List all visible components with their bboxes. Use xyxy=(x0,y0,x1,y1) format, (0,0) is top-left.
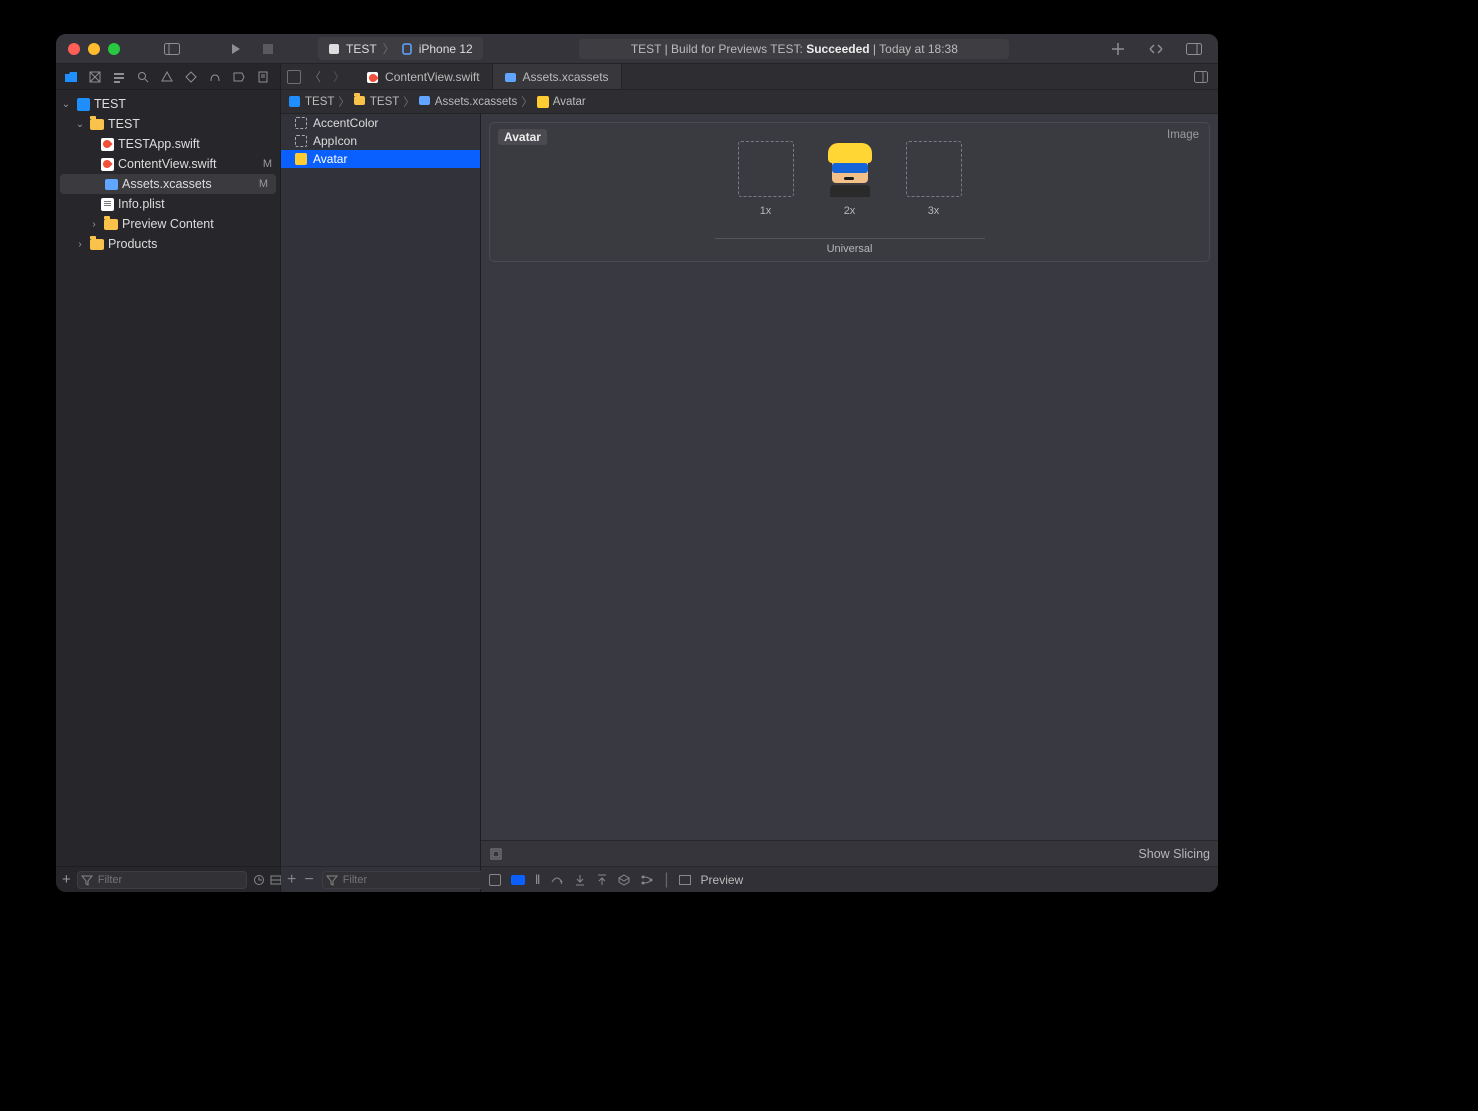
remove-asset-button[interactable]: − xyxy=(304,871,313,889)
step-into-icon[interactable] xyxy=(574,874,586,886)
preview-label[interactable]: Preview xyxy=(701,873,744,887)
tree-file[interactable]: TESTApp.swift xyxy=(56,134,280,154)
titlebar: TEST 〉 iPhone 12 TEST | Build for Previe… xyxy=(56,34,1218,64)
asset-editor: Avatar Image 1x xyxy=(481,114,1218,892)
nav-forward-button[interactable]: 〉 xyxy=(329,68,349,85)
preview-icon[interactable] xyxy=(679,875,691,885)
universal-label: Universal xyxy=(827,243,873,255)
canvas-mid-toolbar: Show Slicing xyxy=(481,840,1218,866)
memory-graph-icon[interactable] xyxy=(640,874,654,886)
asset-detail-card: Avatar Image 1x xyxy=(489,122,1210,262)
asset-type-label: Image xyxy=(1167,129,1199,141)
asset-title: Avatar xyxy=(498,129,547,145)
asset-canvas: Avatar Image 1x xyxy=(481,114,1218,892)
editor-tab-bar: 〈 〉 ContentView.swift Assets.xcassets xyxy=(281,64,1218,90)
debug-toolbar: ‖ | Preview xyxy=(481,866,1218,892)
asset-filter-input[interactable] xyxy=(322,871,492,889)
toggle-navigator-icon[interactable] xyxy=(160,37,184,61)
image-well-1x[interactable]: 1x xyxy=(736,141,796,217)
scheme-selector[interactable]: TEST 〉 iPhone 12 xyxy=(318,37,483,60)
step-out-icon[interactable] xyxy=(596,874,608,886)
issue-navigator-icon[interactable] xyxy=(158,68,176,86)
fullscreen-button[interactable] xyxy=(108,43,120,55)
navigator-selector xyxy=(56,64,280,90)
breakpoint-navigator-icon[interactable] xyxy=(230,68,248,86)
3d-view-icon[interactable] xyxy=(618,874,630,886)
tree-group[interactable]: ⌄ TEST xyxy=(56,114,280,134)
symbol-navigator-icon[interactable] xyxy=(110,68,128,86)
editor-tab-active[interactable]: Assets.xcassets xyxy=(493,64,622,89)
asset-row-selected[interactable]: Avatar xyxy=(281,150,480,168)
run-button[interactable] xyxy=(224,37,248,61)
add-file-button[interactable]: + xyxy=(62,871,71,888)
tree-file-selected[interactable]: Assets.xcassets M xyxy=(60,174,276,194)
toggle-inspector-icon[interactable] xyxy=(1182,37,1206,61)
recent-filter-icon[interactable] xyxy=(253,874,267,886)
breadcrumb[interactable]: TEST〉 TEST〉 Assets.xcassets〉 Avatar xyxy=(281,90,1218,114)
step-over-icon[interactable] xyxy=(550,874,564,886)
editor-options-icon[interactable] xyxy=(1184,64,1218,89)
stop-button[interactable] xyxy=(256,37,280,61)
tree-folder[interactable]: › Products xyxy=(56,234,280,254)
avatar-thumbnail xyxy=(822,141,878,197)
tree-file[interactable]: ContentView.swift M xyxy=(56,154,280,174)
image-well-3x[interactable]: 3x xyxy=(904,141,964,217)
editor-tab[interactable]: ContentView.swift xyxy=(355,64,493,89)
pause-icon[interactable]: ‖ xyxy=(535,872,540,887)
library-plus-icon[interactable] xyxy=(1106,37,1130,61)
nav-back-button[interactable]: 〈 xyxy=(305,68,325,85)
navigator-filter-input[interactable] xyxy=(77,871,247,889)
project-navigator-icon[interactable] xyxy=(62,68,80,86)
code-review-icon[interactable] xyxy=(1144,37,1168,61)
asset-list-footer: + − xyxy=(281,866,480,892)
navigator-footer: + xyxy=(56,866,280,892)
scheme-target: TEST xyxy=(346,42,377,56)
actual-size-icon[interactable] xyxy=(489,847,503,861)
show-slicing-button[interactable]: Show Slicing xyxy=(1138,847,1210,861)
project-tree: ⌄ TEST ⌄ TEST TESTApp.swift ContentView.… xyxy=(56,90,280,866)
source-control-navigator-icon[interactable] xyxy=(86,68,104,86)
report-navigator-icon[interactable] xyxy=(254,68,272,86)
xcode-window: TEST 〉 iPhone 12 TEST | Build for Previe… xyxy=(56,34,1218,892)
tree-folder[interactable]: › Preview Content xyxy=(56,214,280,234)
asset-row[interactable]: AccentColor xyxy=(281,114,480,132)
related-items-icon[interactable] xyxy=(287,70,301,84)
toggle-debug-area-icon[interactable] xyxy=(489,874,501,886)
window-controls xyxy=(68,43,120,55)
test-navigator-icon[interactable] xyxy=(182,68,200,86)
close-button[interactable] xyxy=(68,43,80,55)
debug-navigator-icon[interactable] xyxy=(206,68,224,86)
tree-file[interactable]: Info.plist xyxy=(56,194,280,214)
add-asset-button[interactable]: + xyxy=(287,871,296,889)
asset-row[interactable]: AppIcon xyxy=(281,132,480,150)
activity-status[interactable]: TEST | Build for Previews TEST: Succeede… xyxy=(579,39,1009,59)
scheme-device: iPhone 12 xyxy=(419,42,473,56)
image-well-2x[interactable]: 2x xyxy=(820,141,880,217)
asset-list-pane: AccentColor AppIcon Avatar + − xyxy=(281,114,481,892)
tree-root[interactable]: ⌄ TEST xyxy=(56,94,280,114)
breakpoints-toggle[interactable] xyxy=(511,875,525,885)
minimize-button[interactable] xyxy=(88,43,100,55)
find-navigator-icon[interactable] xyxy=(134,68,152,86)
navigator-pane: ⌄ TEST ⌄ TEST TESTApp.swift ContentView.… xyxy=(56,64,281,892)
